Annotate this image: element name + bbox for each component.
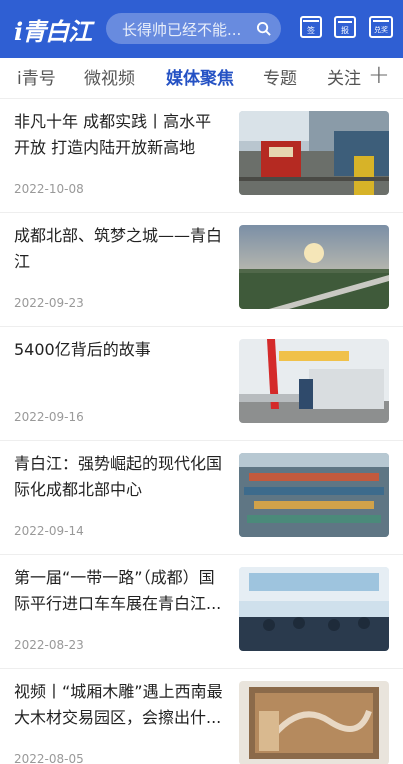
tab-micro-video[interactable]: 微视频 (84, 64, 135, 89)
tab-iqing[interactable]: i青号 (17, 64, 56, 89)
search-placeholder[interactable]: 长得帅已经不能... (122, 19, 247, 40)
article-date: 2022-09-23 (14, 296, 84, 310)
list-item[interactable]: 青白江：强势崛起的现代化国际化成都北部中心 2022-09-14 (0, 440, 403, 554)
article-thumbnail[interactable] (239, 111, 389, 195)
article-title[interactable]: 青白江：强势崛起的现代化国际化成都北部中心 (14, 451, 226, 503)
prize-redeem-icon[interactable]: 兑奖 (369, 16, 393, 40)
list-item[interactable]: 5400亿背后的故事 2022-09-16 (0, 326, 403, 440)
tab-follow[interactable]: 关注 (327, 64, 361, 89)
article-date: 2022-08-05 (14, 752, 84, 764)
article-title[interactable]: 非凡十年 成都实践丨高水平开放 打造内陆开放新高地 (14, 109, 226, 161)
article-title[interactable]: 第一届“一带一路”（成都）国际平行进口车车展在青白江... (14, 565, 226, 617)
app-logo[interactable]: i青白江 (14, 12, 92, 47)
add-tab-icon[interactable]: + (368, 60, 390, 90)
article-title[interactable]: 视频丨“城厢木雕”遇上西南最大木材交易园区，会擦出什... (14, 679, 226, 731)
article-date: 2022-09-16 (14, 410, 84, 424)
newspaper-icon[interactable]: 报 (334, 16, 356, 40)
article-thumbnail[interactable] (239, 567, 389, 651)
list-item[interactable]: 视频丨“城厢木雕”遇上西南最大木材交易园区，会擦出什... 2022-08-05 (0, 668, 403, 764)
list-item[interactable]: 非凡十年 成都实践丨高水平开放 打造内陆开放新高地 2022-10-08 (0, 98, 403, 212)
article-thumbnail[interactable] (239, 453, 389, 537)
list-item[interactable]: 成都北部、筑梦之城——青白江 2022-09-23 (0, 212, 403, 326)
article-title[interactable]: 成都北部、筑梦之城——青白江 (14, 223, 226, 275)
app-header: i青白江 长得帅已经不能... 签 报 兑奖 (0, 0, 403, 58)
article-date: 2022-10-08 (14, 182, 84, 196)
category-tabs: i青号 微视频 媒体聚焦 专题 关注 + (0, 58, 403, 98)
article-thumbnail[interactable] (239, 339, 389, 423)
search-bar[interactable]: 长得帅已经不能... (106, 13, 281, 44)
search-icon[interactable] (256, 21, 271, 36)
tab-media-focus[interactable]: 媒体聚焦 (166, 64, 234, 89)
article-title[interactable]: 5400亿背后的故事 (14, 337, 226, 363)
article-thumbnail[interactable] (239, 681, 389, 764)
tab-special[interactable]: 专题 (263, 64, 297, 89)
sign-in-calendar-icon[interactable]: 签 (300, 16, 322, 40)
article-date: 2022-08-23 (14, 638, 84, 652)
article-thumbnail[interactable] (239, 225, 389, 309)
list-item[interactable]: 第一届“一带一路”（成都）国际平行进口车车展在青白江... 2022-08-23 (0, 554, 403, 668)
article-date: 2022-09-14 (14, 524, 84, 538)
